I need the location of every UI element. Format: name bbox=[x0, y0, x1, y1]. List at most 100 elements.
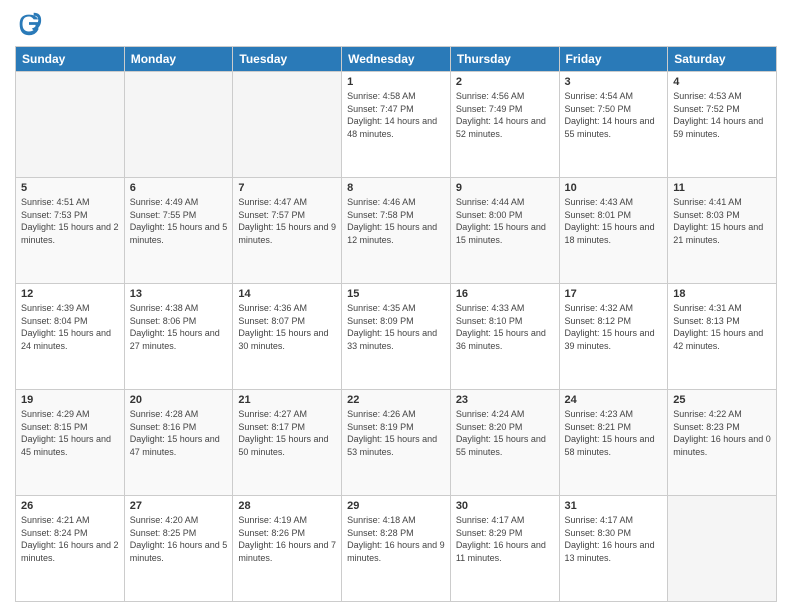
day-info: Sunrise: 4:26 AMSunset: 8:19 PMDaylight:… bbox=[347, 408, 445, 458]
day-info: Sunrise: 4:49 AMSunset: 7:55 PMDaylight:… bbox=[130, 196, 228, 246]
header-friday: Friday bbox=[559, 47, 668, 72]
calendar-cell bbox=[668, 496, 777, 602]
calendar-cell: 18Sunrise: 4:31 AMSunset: 8:13 PMDayligh… bbox=[668, 284, 777, 390]
day-number: 22 bbox=[347, 394, 445, 406]
day-info: Sunrise: 4:19 AMSunset: 8:26 PMDaylight:… bbox=[238, 514, 336, 564]
day-info: Sunrise: 4:46 AMSunset: 7:58 PMDaylight:… bbox=[347, 196, 445, 246]
day-info: Sunrise: 4:38 AMSunset: 8:06 PMDaylight:… bbox=[130, 302, 228, 352]
day-info: Sunrise: 4:33 AMSunset: 8:10 PMDaylight:… bbox=[456, 302, 554, 352]
day-number: 3 bbox=[565, 76, 663, 88]
day-info: Sunrise: 4:35 AMSunset: 8:09 PMDaylight:… bbox=[347, 302, 445, 352]
day-number: 24 bbox=[565, 394, 663, 406]
day-number: 30 bbox=[456, 500, 554, 512]
calendar-cell: 21 Sunrise: 4:27 AMSunset: 8:17 PMDayligh… bbox=[233, 390, 342, 496]
day-info: Sunrise: 4:47 AMSunset: 7:57 PMDaylight:… bbox=[238, 196, 336, 246]
calendar-cell: 2Sunrise: 4:56 AMSunset: 7:49 PMDaylight… bbox=[450, 72, 559, 178]
calendar-cell: 1 Sunrise: 4:58 AMSunset: 7:47 PMDaylight… bbox=[342, 72, 451, 178]
day-number: 21 bbox=[238, 394, 336, 406]
calendar-cell bbox=[233, 72, 342, 178]
day-number: 20 bbox=[130, 394, 228, 406]
day-number: 10 bbox=[565, 182, 663, 194]
day-number: 23 bbox=[456, 394, 554, 406]
calendar-cell: 19 Sunrise: 4:29 AMSunset: 8:15 PMDayligh… bbox=[16, 390, 125, 496]
day-number: 7 bbox=[238, 182, 336, 194]
day-info: Sunrise: 4:21 AMSunset: 8:24 PMDaylight:… bbox=[21, 514, 119, 564]
calendar-cell: 7 Sunrise: 4:47 AMSunset: 7:57 PMDaylight… bbox=[233, 178, 342, 284]
day-number: 25 bbox=[673, 394, 771, 406]
header-saturday: Saturday bbox=[668, 47, 777, 72]
calendar-cell: 30Sunrise: 4:17 AMSunset: 8:29 PMDayligh… bbox=[450, 496, 559, 602]
day-info: Sunrise: 4:36 AMSunset: 8:07 PMDaylight:… bbox=[238, 302, 336, 352]
header-wednesday: Wednesday bbox=[342, 47, 451, 72]
calendar-cell: 27 Sunrise: 4:20 AMSunset: 8:25 PMDayligh… bbox=[124, 496, 233, 602]
calendar-cell: 24 Sunrise: 4:23 AMSunset: 8:21 PMDayligh… bbox=[559, 390, 668, 496]
day-info: Sunrise: 4:32 AMSunset: 8:12 PMDaylight:… bbox=[565, 302, 663, 352]
calendar-header-row: Sunday Monday Tuesday Wednesday Thursday… bbox=[16, 47, 777, 72]
day-info: Sunrise: 4:41 AMSunset: 8:03 PMDaylight:… bbox=[673, 196, 771, 246]
day-number: 27 bbox=[130, 500, 228, 512]
day-info: Sunrise: 4:28 AMSunset: 8:16 PMDaylight:… bbox=[130, 408, 228, 458]
calendar-cell: 15 Sunrise: 4:35 AMSunset: 8:09 PMDayligh… bbox=[342, 284, 451, 390]
header-thursday: Thursday bbox=[450, 47, 559, 72]
day-info: Sunrise: 4:20 AMSunset: 8:25 PMDaylight:… bbox=[130, 514, 228, 564]
day-number: 17 bbox=[565, 288, 663, 300]
day-info: Sunrise: 4:54 AMSunset: 7:50 PMDaylight:… bbox=[565, 90, 663, 140]
calendar-cell: 25 Sunrise: 4:22 AMSunset: 8:23 PMDayligh… bbox=[668, 390, 777, 496]
day-info: Sunrise: 4:31 AMSunset: 8:13 PMDaylight:… bbox=[673, 302, 771, 352]
calendar-cell bbox=[124, 72, 233, 178]
day-number: 15 bbox=[347, 288, 445, 300]
day-info: Sunrise: 4:18 AMSunset: 8:28 PMDaylight:… bbox=[347, 514, 445, 564]
calendar-cell: 26Sunrise: 4:21 AMSunset: 8:24 PMDayligh… bbox=[16, 496, 125, 602]
day-number: 8 bbox=[347, 182, 445, 194]
calendar-cell: 13 Sunrise: 4:38 AMSunset: 8:06 PMDayligh… bbox=[124, 284, 233, 390]
day-info: Sunrise: 4:53 AMSunset: 7:52 PMDaylight:… bbox=[673, 90, 771, 140]
day-number: 9 bbox=[456, 182, 554, 194]
day-number: 12 bbox=[21, 288, 119, 300]
day-number: 2 bbox=[456, 76, 554, 88]
day-info: Sunrise: 4:23 AMSunset: 8:21 PMDaylight:… bbox=[565, 408, 663, 458]
calendar-cell: 22 Sunrise: 4:26 AMSunset: 8:19 PMDayligh… bbox=[342, 390, 451, 496]
calendar-cell: 29Sunrise: 4:18 AMSunset: 8:28 PMDayligh… bbox=[342, 496, 451, 602]
calendar-cell: 4 Sunrise: 4:53 AMSunset: 7:52 PMDaylight… bbox=[668, 72, 777, 178]
day-number: 4 bbox=[673, 76, 771, 88]
day-info: Sunrise: 4:51 AMSunset: 7:53 PMDaylight:… bbox=[21, 196, 119, 246]
day-number: 13 bbox=[130, 288, 228, 300]
calendar-cell: 28Sunrise: 4:19 AMSunset: 8:26 PMDayligh… bbox=[233, 496, 342, 602]
calendar-cell: 6 Sunrise: 4:49 AMSunset: 7:55 PMDaylight… bbox=[124, 178, 233, 284]
calendar-cell bbox=[16, 72, 125, 178]
day-info: Sunrise: 4:44 AMSunset: 8:00 PMDaylight:… bbox=[456, 196, 554, 246]
calendar-week-row: 19 Sunrise: 4:29 AMSunset: 8:15 PMDayligh… bbox=[16, 390, 777, 496]
day-info: Sunrise: 4:17 AMSunset: 8:30 PMDaylight:… bbox=[565, 514, 663, 564]
header bbox=[15, 10, 777, 38]
logo-icon bbox=[15, 10, 43, 38]
calendar-week-row: 12Sunrise: 4:39 AMSunset: 8:04 PMDayligh… bbox=[16, 284, 777, 390]
day-info: Sunrise: 4:22 AMSunset: 8:23 PMDaylight:… bbox=[673, 408, 771, 458]
day-info: Sunrise: 4:29 AMSunset: 8:15 PMDaylight:… bbox=[21, 408, 119, 458]
page: Sunday Monday Tuesday Wednesday Thursday… bbox=[0, 0, 792, 612]
calendar-cell: 23 Sunrise: 4:24 AMSunset: 8:20 PMDayligh… bbox=[450, 390, 559, 496]
calendar-cell: 31Sunrise: 4:17 AMSunset: 8:30 PMDayligh… bbox=[559, 496, 668, 602]
calendar-cell: 14 Sunrise: 4:36 AMSunset: 8:07 PMDayligh… bbox=[233, 284, 342, 390]
day-number: 16 bbox=[456, 288, 554, 300]
day-number: 6 bbox=[130, 182, 228, 194]
calendar-cell: 16 Sunrise: 4:33 AMSunset: 8:10 PMDayligh… bbox=[450, 284, 559, 390]
calendar-table: Sunday Monday Tuesday Wednesday Thursday… bbox=[15, 46, 777, 602]
day-info: Sunrise: 4:58 AMSunset: 7:47 PMDaylight:… bbox=[347, 90, 445, 140]
header-tuesday: Tuesday bbox=[233, 47, 342, 72]
day-info: Sunrise: 4:43 AMSunset: 8:01 PMDaylight:… bbox=[565, 196, 663, 246]
calendar-cell: 11 Sunrise: 4:41 AMSunset: 8:03 PMDayligh… bbox=[668, 178, 777, 284]
day-info: Sunrise: 4:24 AMSunset: 8:20 PMDaylight:… bbox=[456, 408, 554, 458]
day-info: Sunrise: 4:27 AMSunset: 8:17 PMDaylight:… bbox=[238, 408, 336, 458]
day-number: 5 bbox=[21, 182, 119, 194]
calendar-cell: 20 Sunrise: 4:28 AMSunset: 8:16 PMDayligh… bbox=[124, 390, 233, 496]
header-monday: Monday bbox=[124, 47, 233, 72]
day-number: 14 bbox=[238, 288, 336, 300]
day-number: 19 bbox=[21, 394, 119, 406]
header-sunday: Sunday bbox=[16, 47, 125, 72]
calendar-cell: 3 Sunrise: 4:54 AMSunset: 7:50 PMDaylight… bbox=[559, 72, 668, 178]
calendar-cell: 10 Sunrise: 4:43 AMSunset: 8:01 PMDayligh… bbox=[559, 178, 668, 284]
day-number: 1 bbox=[347, 76, 445, 88]
calendar-cell: 9 Sunrise: 4:44 AMSunset: 8:00 PMDaylight… bbox=[450, 178, 559, 284]
day-number: 11 bbox=[673, 182, 771, 194]
calendar-week-row: 5 Sunrise: 4:51 AMSunset: 7:53 PMDaylight… bbox=[16, 178, 777, 284]
